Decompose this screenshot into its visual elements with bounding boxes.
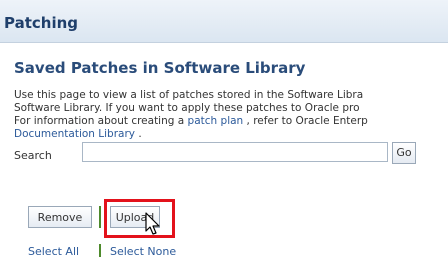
select-all-link[interactable]: Select All (28, 245, 79, 258)
description-line-4: Documentation Library . (14, 128, 448, 141)
description-line-3-prefix: For information about creating a (14, 115, 188, 127)
upload-highlight-box (104, 199, 175, 238)
search-input[interactable] (82, 142, 388, 162)
description-line-3-suffix: , refer to Oracle Enterp (243, 115, 368, 127)
mouse-pointer-icon (145, 212, 160, 235)
description-line-1: Use this page to view a list of patches … (14, 89, 364, 101)
documentation-library-link[interactable]: Documentation Library (14, 128, 135, 140)
select-none-link[interactable]: Select None (110, 245, 176, 258)
remove-button[interactable]: Remove (28, 206, 92, 228)
page-title: Patching (4, 14, 79, 32)
patch-plan-link[interactable]: patch plan (188, 115, 244, 127)
section-title: Saved Patches in Software Library (14, 59, 306, 77)
description-line-3: For information about creating a patch p… (14, 115, 448, 128)
description-line-2: Software Library. If you want to apply t… (14, 102, 360, 114)
page-header: Patching (0, 0, 448, 43)
description-text: Use this page to view a list of patches … (14, 89, 448, 141)
description-line-4-suffix: . (135, 128, 142, 140)
search-label: Search (14, 149, 52, 162)
link-separator (99, 244, 101, 257)
button-separator (99, 206, 101, 228)
go-button[interactable]: Go (392, 142, 416, 164)
